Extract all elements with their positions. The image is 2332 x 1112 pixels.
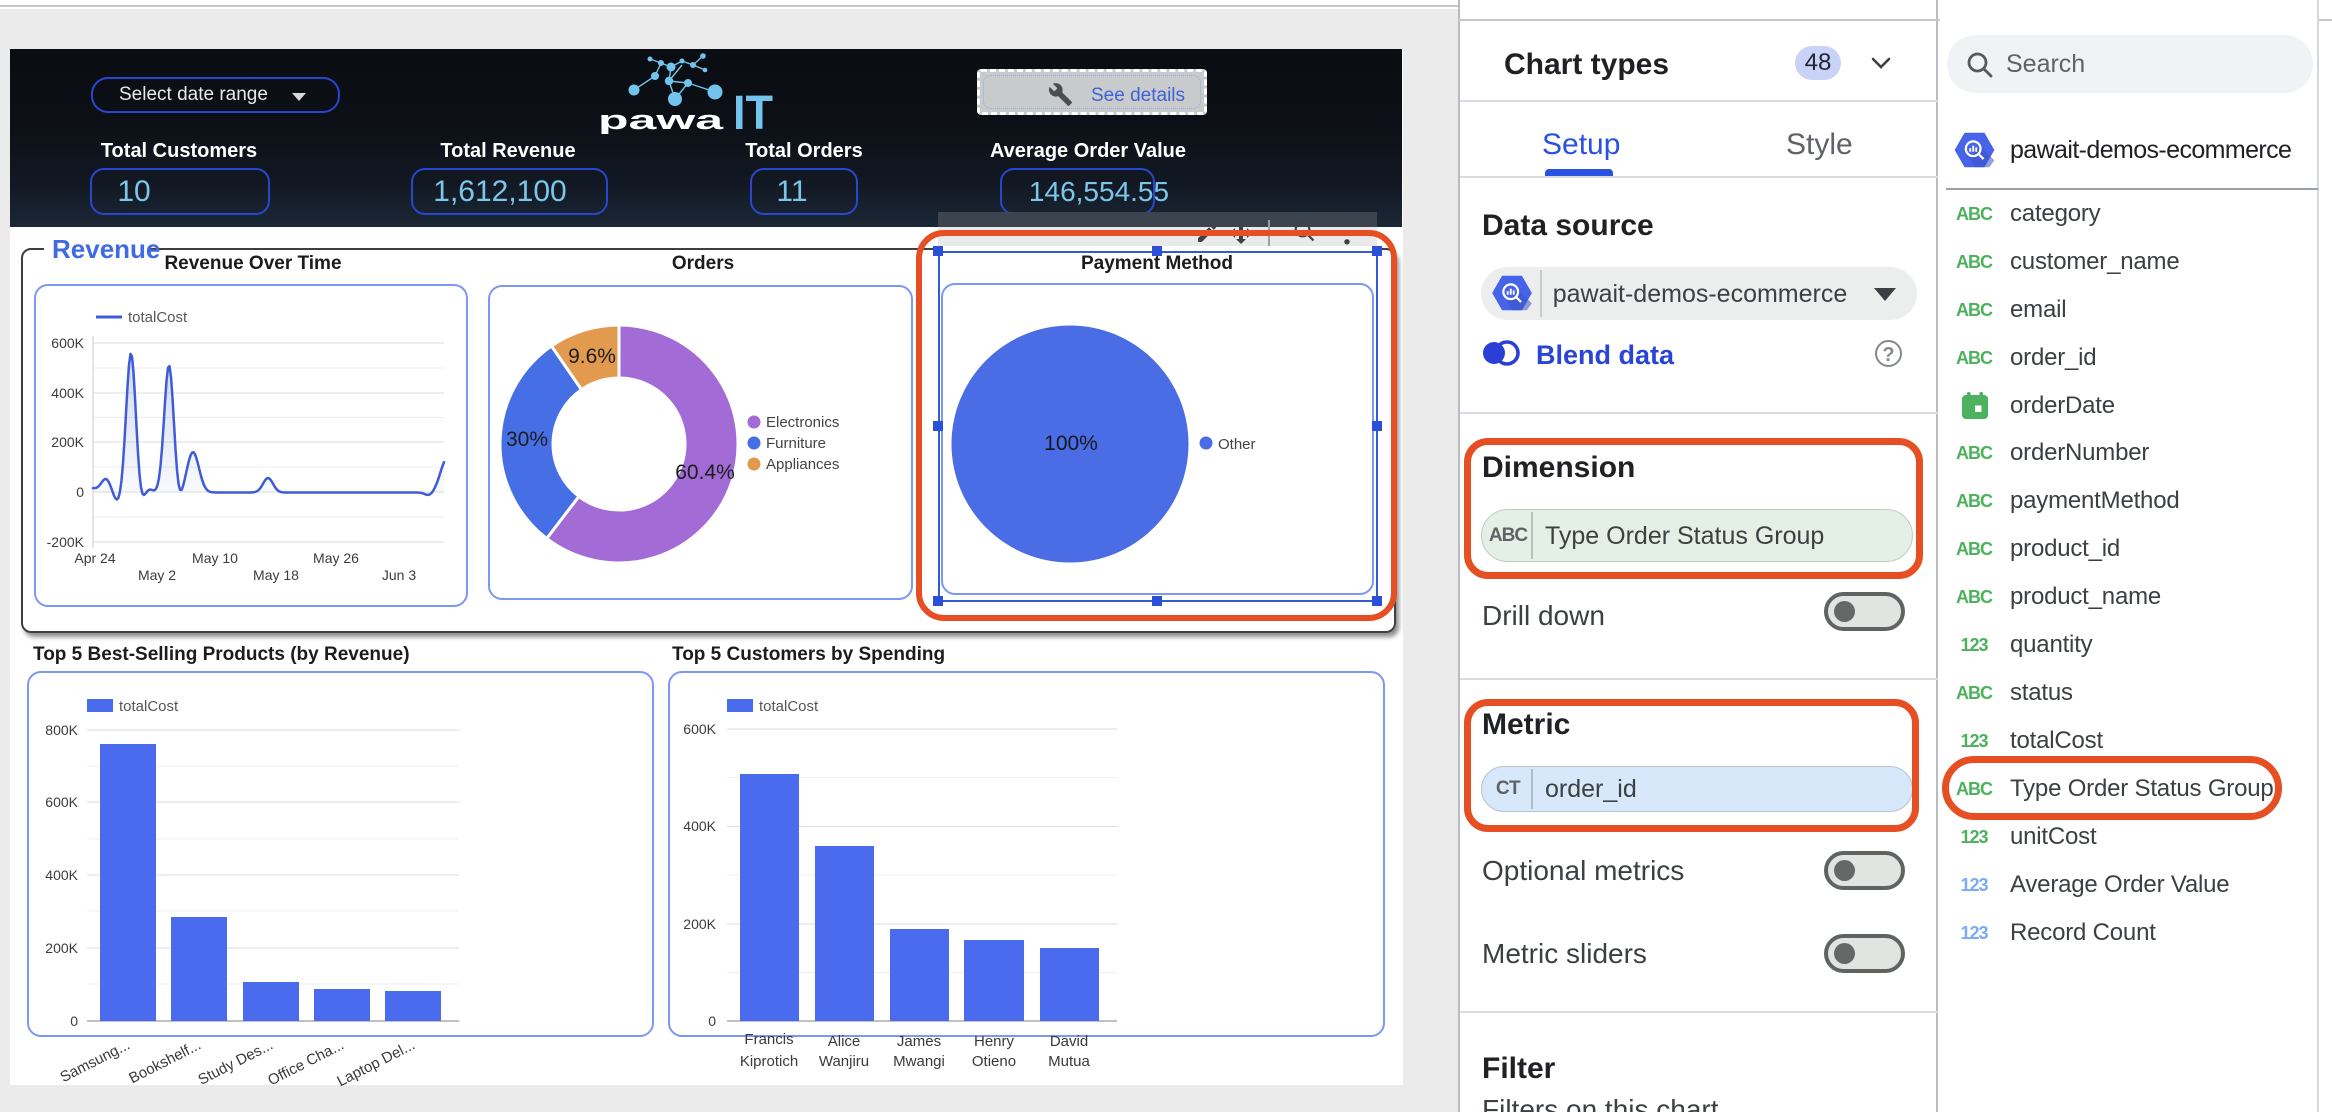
svg-text:May 10: May 10: [192, 550, 238, 566]
svg-text:IT: IT: [733, 87, 773, 134]
svg-text:pawa: pawa: [598, 105, 725, 134]
svg-text:Study Des...: Study Des...: [195, 1036, 276, 1088]
svg-text:Furniture: Furniture: [766, 435, 826, 452]
svg-text:0: 0: [70, 1013, 78, 1029]
svg-text:Samsung...: Samsung...: [57, 1036, 132, 1086]
svg-text:Office Cha...: Office Cha...: [265, 1036, 347, 1089]
svg-text:9.6%: 9.6%: [568, 345, 616, 368]
svg-text:Bookshelf...: Bookshelf...: [126, 1036, 204, 1087]
svg-text:May 26: May 26: [313, 550, 359, 566]
svg-text:30%: 30%: [506, 428, 548, 451]
svg-text:Mwangi: Mwangi: [893, 1053, 945, 1070]
svg-text:totalCost: totalCost: [759, 698, 819, 715]
svg-text:Electronics: Electronics: [766, 414, 839, 431]
svg-text:0: 0: [76, 484, 84, 500]
svg-text:Otieno: Otieno: [972, 1053, 1016, 1070]
svg-text:Wanjiru: Wanjiru: [819, 1053, 869, 1070]
svg-text:600K: 600K: [683, 721, 716, 737]
svg-text:0: 0: [708, 1013, 716, 1029]
svg-text:Francis: Francis: [744, 1031, 793, 1048]
svg-text:May 18: May 18: [253, 567, 299, 583]
svg-text:David: David: [1050, 1033, 1088, 1050]
svg-text:totalCost: totalCost: [119, 698, 179, 715]
svg-text:Henry: Henry: [974, 1033, 1015, 1050]
svg-text:400K: 400K: [51, 385, 84, 401]
svg-text:800K: 800K: [45, 722, 78, 738]
svg-text:200K: 200K: [45, 940, 78, 956]
svg-text:totalCost: totalCost: [128, 309, 188, 326]
svg-text:200K: 200K: [683, 916, 716, 932]
svg-text:Mutua: Mutua: [1048, 1053, 1090, 1070]
svg-text:400K: 400K: [683, 818, 716, 834]
svg-text:Jun 3: Jun 3: [382, 567, 416, 583]
svg-text:600K: 600K: [51, 335, 84, 351]
svg-text:Apr 24: Apr 24: [74, 550, 115, 566]
svg-text:May 2: May 2: [138, 567, 176, 583]
svg-text:200K: 200K: [51, 434, 84, 450]
svg-text:400K: 400K: [45, 867, 78, 883]
svg-text:Alice: Alice: [828, 1033, 861, 1050]
svg-text:60.4%: 60.4%: [675, 461, 735, 484]
svg-text:-200K: -200K: [47, 534, 85, 550]
svg-text:James: James: [897, 1033, 941, 1050]
svg-text:600K: 600K: [45, 794, 78, 810]
svg-text:Kiprotich: Kiprotich: [740, 1053, 798, 1070]
svg-text:Laptop Del...: Laptop Del...: [334, 1036, 418, 1090]
svg-text:Appliances: Appliances: [766, 456, 839, 473]
